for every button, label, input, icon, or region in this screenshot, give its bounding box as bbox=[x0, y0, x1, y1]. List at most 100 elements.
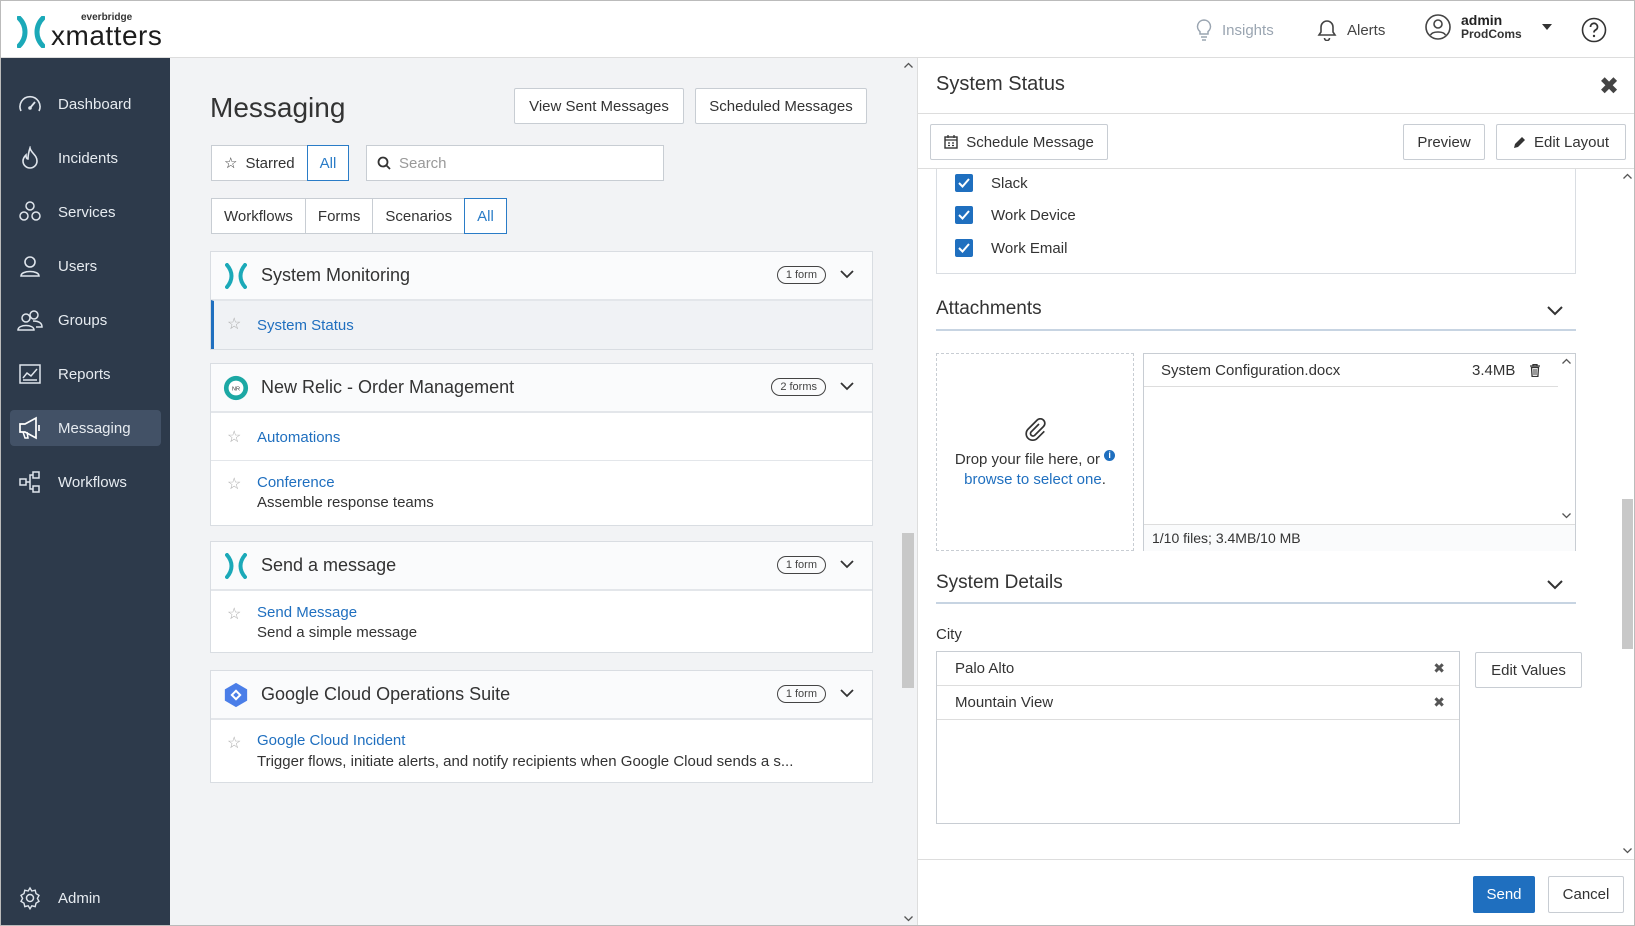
xmatters-logo[interactable]: everbridge xmatters bbox=[16, 13, 162, 50]
scroll-up-icon[interactable] bbox=[904, 62, 913, 68]
sidebar-item-reports[interactable]: Reports bbox=[10, 356, 161, 392]
schedule-message-button[interactable]: Schedule Message bbox=[930, 124, 1108, 160]
sidebar-item-groups[interactable]: Groups bbox=[10, 302, 161, 338]
remove-icon[interactable]: ✖ bbox=[1433, 694, 1445, 711]
scrollbar-thumb[interactable] bbox=[1622, 499, 1633, 649]
type-filter-all[interactable]: All bbox=[464, 198, 507, 234]
chevron-down-icon[interactable] bbox=[840, 689, 854, 698]
sidebar-item-label: Users bbox=[58, 257, 98, 275]
section-divider bbox=[936, 602, 1576, 604]
star-icon[interactable]: ☆ bbox=[227, 427, 241, 447]
xmatters-icon bbox=[223, 552, 249, 579]
drop-text: Drop your file here, or bbox=[954, 451, 1100, 468]
edit-values-button[interactable]: Edit Values bbox=[1475, 652, 1582, 688]
type-filter-forms[interactable]: Forms bbox=[304, 198, 374, 234]
section-divider bbox=[936, 329, 1576, 331]
chevron-down-icon[interactable] bbox=[840, 382, 854, 391]
scroll-down-icon[interactable] bbox=[1623, 848, 1632, 854]
edit-layout-button[interactable]: Edit Layout bbox=[1496, 124, 1626, 160]
user-menu[interactable]: admin ProdComs bbox=[1425, 12, 1552, 42]
messaging-scrollbar[interactable] bbox=[899, 58, 917, 925]
paperclip-icon bbox=[1025, 417, 1046, 441]
workflow-title: Send a message bbox=[261, 555, 397, 575]
sidebar-item-services[interactable]: Services bbox=[10, 194, 161, 230]
send-button[interactable]: Send bbox=[1473, 876, 1535, 913]
browse-link[interactable]: browse to select one bbox=[964, 471, 1102, 488]
form-row[interactable]: ☆ System Status bbox=[211, 300, 872, 349]
search-input[interactable]: Search bbox=[366, 145, 664, 181]
system-details-title: System Details bbox=[936, 572, 1063, 593]
checkbox-checked-icon bbox=[955, 239, 973, 257]
star-icon[interactable]: ☆ bbox=[227, 474, 241, 494]
sidebar-item-label: Reports bbox=[58, 365, 111, 383]
scrollbar-thumb[interactable] bbox=[902, 533, 914, 688]
scroll-up-icon[interactable] bbox=[1623, 173, 1632, 179]
scroll-up-icon[interactable] bbox=[1562, 358, 1571, 364]
view-sent-messages-button[interactable]: View Sent Messages bbox=[514, 88, 684, 124]
form-row[interactable]: ☆ Send Message Send a simple message bbox=[211, 590, 872, 652]
star-icon[interactable]: ☆ bbox=[227, 314, 241, 334]
file-drop-zone[interactable]: Drop your file here, or i browse to sele… bbox=[936, 353, 1134, 551]
form-row[interactable]: ☆ Conference Assemble response teams bbox=[211, 460, 872, 524]
trash-icon[interactable] bbox=[1530, 364, 1540, 377]
svg-text:NR: NR bbox=[232, 386, 240, 392]
xmatters-icon bbox=[223, 262, 249, 289]
form-link[interactable]: Conference bbox=[257, 474, 335, 491]
starred-filter-button[interactable]: ☆ Starred bbox=[211, 145, 308, 181]
scroll-down-icon[interactable] bbox=[904, 916, 913, 922]
alerts-button[interactable]: Alerts bbox=[1317, 19, 1385, 41]
form-link[interactable]: Send Message bbox=[257, 604, 357, 621]
sidebar-item-label: Incidents bbox=[58, 149, 119, 167]
sidebar-item-dashboard[interactable]: Dashboard bbox=[10, 86, 161, 122]
sidebar-item-workflows[interactable]: Workflows bbox=[10, 464, 161, 500]
remove-icon[interactable]: ✖ bbox=[1433, 660, 1445, 677]
sidebar-item-incidents[interactable]: Incidents bbox=[10, 140, 161, 176]
info-icon[interactable]: i bbox=[1104, 450, 1116, 461]
star-icon[interactable]: ☆ bbox=[227, 733, 241, 753]
type-filter-scenarios[interactable]: Scenarios bbox=[372, 198, 466, 234]
device-checkbox-work-email[interactable]: Work Email bbox=[955, 239, 1067, 257]
scroll-down-icon[interactable] bbox=[1562, 513, 1571, 519]
sidebar: Dashboard Incidents Services Users Group… bbox=[1, 58, 170, 925]
workflow-icon bbox=[16, 468, 44, 496]
form-count-badge: 1 form bbox=[776, 556, 826, 574]
chevron-down-icon[interactable] bbox=[1547, 306, 1563, 316]
workflow-card-header[interactable]: Send a message 1 form bbox=[211, 542, 872, 590]
type-filter-workflows[interactable]: Workflows bbox=[211, 198, 306, 234]
form-row[interactable]: ☆ Automations bbox=[211, 412, 872, 460]
preview-button[interactable]: Preview bbox=[1403, 124, 1485, 160]
file-size: 3.4MB bbox=[1472, 361, 1516, 379]
form-link[interactable]: Google Cloud Incident bbox=[257, 732, 405, 749]
chevron-down-icon[interactable] bbox=[840, 270, 854, 279]
workflow-card-header[interactable]: System Monitoring 1 form bbox=[211, 252, 872, 300]
workflow-card-header[interactable]: NR New Relic - Order Management 2 forms bbox=[211, 364, 872, 412]
form-footer: Send Cancel bbox=[918, 859, 1634, 925]
star-icon[interactable]: ☆ bbox=[227, 604, 241, 624]
device-checkbox-work-device[interactable]: Work Device bbox=[955, 206, 1076, 224]
city-multiselect[interactable]: Palo Alto ✖ Mountain View ✖ bbox=[936, 651, 1460, 824]
files-summary: 1/10 files; 3.4MB/10 MB bbox=[1144, 524, 1575, 551]
sidebar-item-label: Workflows bbox=[58, 473, 127, 491]
chevron-down-icon[interactable] bbox=[1547, 580, 1563, 590]
scheduled-messages-button[interactable]: Scheduled Messages bbox=[695, 88, 867, 124]
help-button[interactable] bbox=[1581, 17, 1607, 47]
app-window: everbridge xmatters Insights Alerts admi… bbox=[0, 0, 1635, 926]
workflow-title: New Relic - Order Management bbox=[261, 377, 515, 397]
form-row[interactable]: ☆ Google Cloud Incident Trigger flows, i… bbox=[211, 719, 872, 782]
cancel-button[interactable]: Cancel bbox=[1548, 876, 1624, 913]
sidebar-item-admin[interactable]: Admin bbox=[10, 880, 161, 916]
device-checkbox-slack[interactable]: Slack bbox=[955, 174, 1028, 192]
form-link[interactable]: System Status bbox=[257, 317, 354, 334]
form-scrollbar[interactable] bbox=[1619, 169, 1634, 859]
help-icon bbox=[1581, 17, 1607, 43]
form-link[interactable]: Automations bbox=[257, 429, 340, 446]
gauge-icon bbox=[16, 90, 44, 118]
caret-down-icon bbox=[1541, 24, 1552, 31]
workflow-card-header[interactable]: Google Cloud Operations Suite 1 form bbox=[211, 671, 872, 719]
sidebar-item-users[interactable]: Users bbox=[10, 248, 161, 284]
all-filter-button[interactable]: All bbox=[306, 145, 350, 181]
chevron-down-icon[interactable] bbox=[840, 560, 854, 569]
close-icon[interactable]: ✖ bbox=[1599, 72, 1619, 101]
sidebar-item-messaging[interactable]: Messaging bbox=[10, 410, 161, 446]
insights-button[interactable]: Insights bbox=[1196, 19, 1274, 41]
